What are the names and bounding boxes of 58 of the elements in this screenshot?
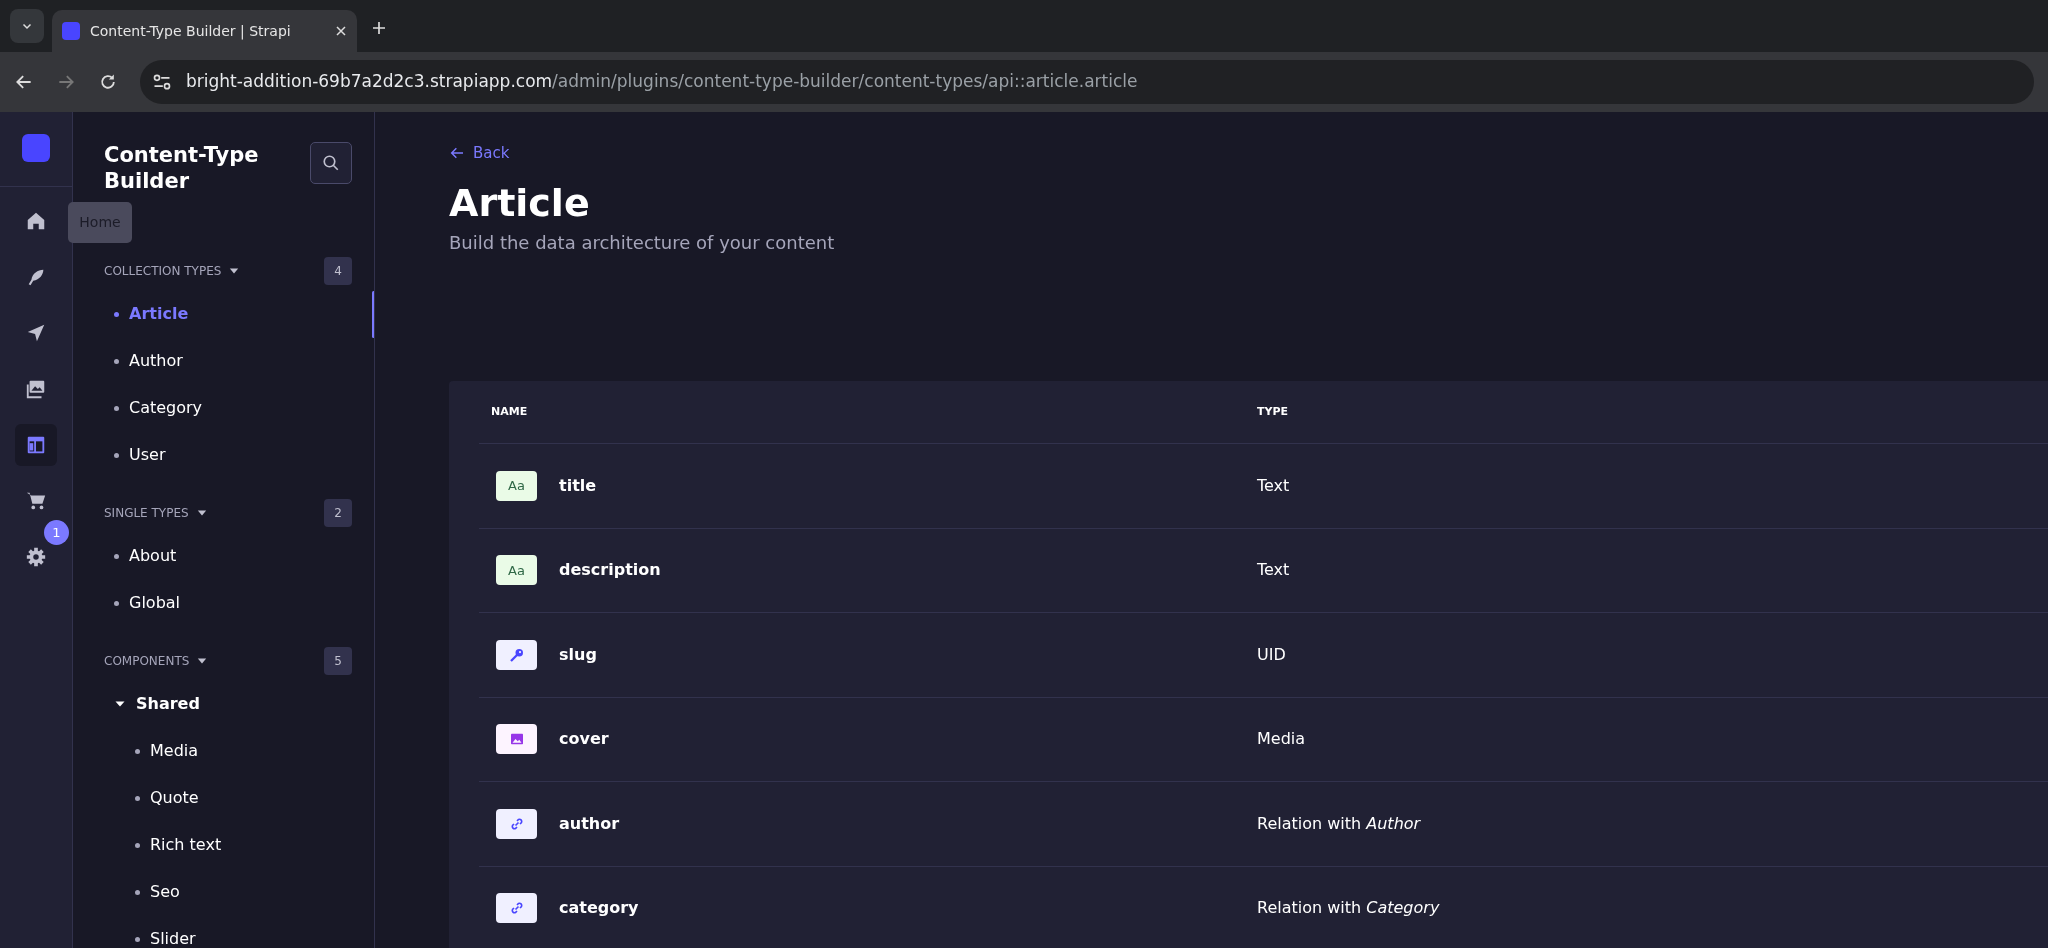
field-type: Text bbox=[1257, 474, 1290, 497]
field-type-icon: Aa bbox=[496, 555, 537, 586]
sidebar-item[interactable]: Quote bbox=[104, 774, 352, 822]
field-type: Text bbox=[1257, 559, 1290, 582]
layout-icon bbox=[25, 434, 47, 456]
sidebar-item[interactable]: Rich text bbox=[104, 821, 352, 869]
sidebar-item[interactable]: Media bbox=[104, 727, 352, 775]
site-settings-icon bbox=[152, 72, 172, 92]
nav-button[interactable] bbox=[15, 424, 57, 466]
section-toggle[interactable]: COLLECTION TYPES bbox=[104, 261, 240, 280]
field-name: title bbox=[559, 474, 597, 497]
field-type: Relation with Category bbox=[1257, 897, 1440, 920]
count-badge: 2 bbox=[324, 498, 352, 527]
section-toggle[interactable]: COMPONENTS bbox=[104, 651, 208, 670]
sidebar-item[interactable]: Shared bbox=[104, 680, 352, 728]
home-icon bbox=[25, 210, 47, 232]
back-link[interactable]: Back bbox=[449, 142, 510, 165]
favicon-icon bbox=[62, 22, 80, 40]
field-name: cover bbox=[559, 728, 609, 751]
url-text: bright-addition-69b7a2d2c3.strapiapp.com/admin/plugins/content-type-builder/content-types/api::article.article bbox=[186, 70, 1138, 94]
field-type-icon: Aa bbox=[496, 470, 537, 501]
count-badge: 4 bbox=[324, 256, 352, 285]
sidebar-item[interactable]: Author bbox=[104, 337, 352, 385]
tab-title: Content-Type Builder | Strapi bbox=[90, 21, 292, 42]
images-icon bbox=[25, 378, 47, 400]
field-type: Relation with Author bbox=[1257, 812, 1421, 835]
sidebar-title: Content-Type Builder bbox=[104, 142, 260, 195]
search-icon bbox=[322, 154, 340, 172]
close-icon bbox=[335, 25, 347, 37]
sidebar-item[interactable]: User bbox=[104, 431, 352, 479]
field-name: author bbox=[559, 812, 620, 835]
sidebar-item[interactable]: Article bbox=[104, 290, 352, 338]
page-subtitle: Build the data architecture of your content bbox=[449, 231, 836, 256]
sidebar-item[interactable]: Seo bbox=[104, 868, 352, 916]
page-title: Article bbox=[449, 183, 591, 226]
column-header: NAME bbox=[491, 403, 528, 420]
column-header: TYPE bbox=[1257, 403, 1289, 420]
field-name: slug bbox=[559, 643, 597, 666]
search-button[interactable] bbox=[310, 142, 352, 184]
section-toggle[interactable]: SINGLE TYPES bbox=[104, 503, 207, 522]
notification-badge: 1 bbox=[44, 520, 69, 545]
reload-icon bbox=[98, 72, 118, 92]
sidebar-item[interactable]: Slider bbox=[104, 915, 352, 948]
field-type: UID bbox=[1257, 643, 1286, 666]
sidebar-item[interactable]: About bbox=[104, 532, 352, 580]
sidebar-item[interactable]: Category bbox=[104, 384, 352, 432]
address-bar[interactable]: bright-addition-69b7a2d2c3.strapiapp.com/admin/plugins/content-type-builder/content-types/api::article.article bbox=[140, 60, 2034, 104]
logo-icon bbox=[22, 134, 50, 162]
sidebar-item[interactable]: Global bbox=[104, 579, 352, 627]
cart-icon bbox=[25, 490, 47, 512]
field-name: category bbox=[559, 897, 639, 920]
settings-icon bbox=[25, 546, 47, 568]
count-badge: 5 bbox=[324, 646, 352, 675]
reload-button[interactable] bbox=[98, 72, 118, 92]
field-type: Media bbox=[1257, 728, 1306, 751]
browser-tab[interactable]: Content-Type Builder | Strapi bbox=[52, 10, 357, 52]
plus-icon bbox=[371, 20, 387, 36]
field-name: description bbox=[559, 559, 661, 582]
